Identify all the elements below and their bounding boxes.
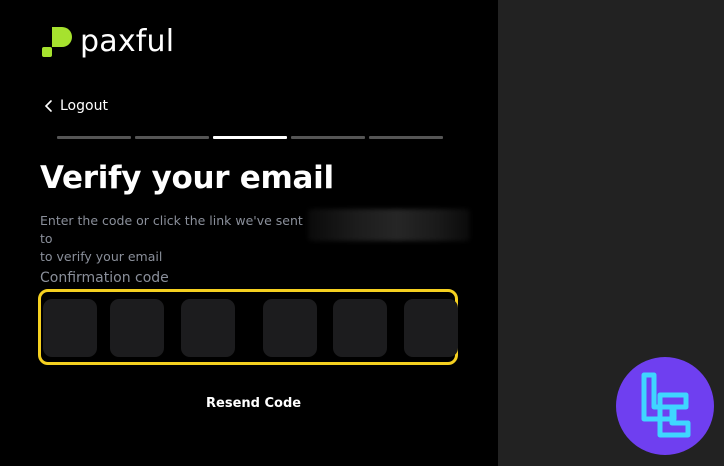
brand-name: paxful <box>80 24 175 59</box>
page-title: Verify your email <box>40 160 334 196</box>
redacted-email <box>308 209 470 241</box>
code-digit-input-4[interactable] <box>263 299 317 357</box>
description-line-1: Enter the code or click the link we've s… <box>40 213 303 246</box>
code-digit-input-5[interactable] <box>333 299 387 357</box>
logout-label: Logout <box>60 98 108 114</box>
paxful-logo-icon <box>42 26 72 57</box>
logout-link[interactable]: Logout <box>44 98 108 114</box>
progress-step <box>57 136 131 139</box>
progress-step <box>291 136 365 139</box>
code-digit-input-2[interactable] <box>110 299 164 357</box>
code-digit-input-3[interactable] <box>181 299 235 357</box>
progress-step <box>135 136 209 139</box>
code-digit-input-6[interactable] <box>404 299 458 357</box>
tradingfinder-logo-icon <box>616 357 714 455</box>
resend-code-button[interactable]: Resend Code <box>206 396 301 411</box>
description-line-2: to verify your email <box>40 249 163 264</box>
confirmation-code-group[interactable] <box>38 289 458 365</box>
progress-step-current <box>213 136 287 139</box>
chevron-left-icon <box>44 100 52 112</box>
auth-panel: paxful Logout Verify your email Enter th… <box>0 0 498 466</box>
page-description: Enter the code or click the link we've s… <box>40 212 310 266</box>
progress-step <box>369 136 443 139</box>
watermark-glyph-icon <box>641 372 691 438</box>
confirmation-code-label: Confirmation code <box>40 270 169 286</box>
paxful-logo[interactable]: paxful <box>40 24 174 59</box>
step-progress <box>57 136 443 139</box>
code-digit-input-1[interactable] <box>43 299 97 357</box>
